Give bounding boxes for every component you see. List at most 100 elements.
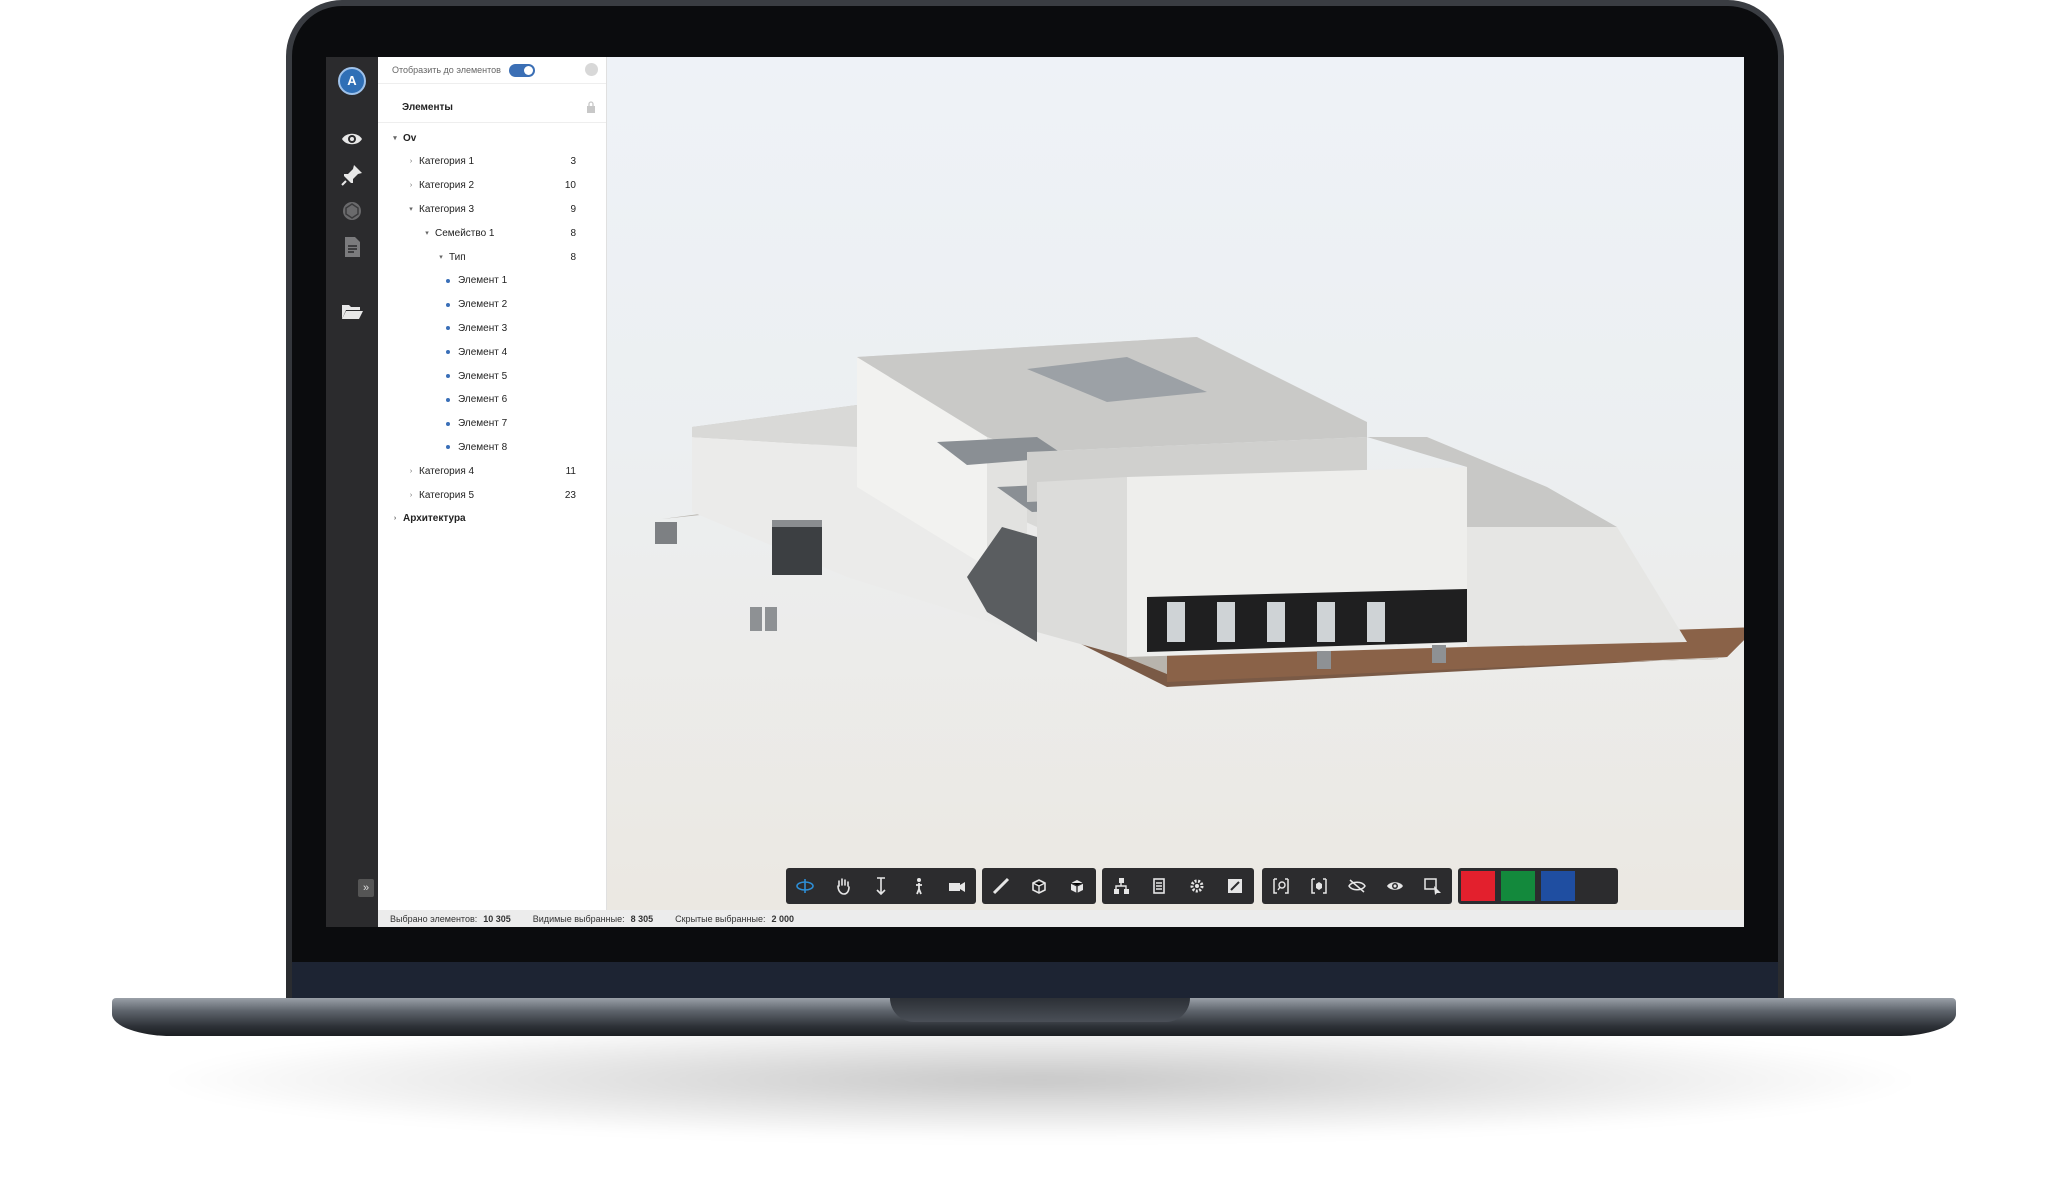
tree-item-label: Элемент 1 [458, 275, 508, 287]
tree-item-count: 11 [565, 465, 576, 477]
chevron-right-icon[interactable]: › [406, 492, 416, 499]
eye-icon[interactable] [340, 127, 364, 151]
chevron-right-icon[interactable]: › [406, 158, 416, 165]
tree-leaf-item[interactable]: Элемент 8 [378, 437, 606, 457]
hidden-label: Скрытые выбранные: [675, 913, 766, 924]
tree-item-label: Категория 5 [419, 489, 475, 501]
element-dot-icon [446, 350, 450, 355]
tree-leaf-item[interactable]: Элемент 1 [378, 271, 606, 291]
element-dot-icon [446, 278, 450, 283]
tree-node[interactable]: › Категория 4 11 [378, 461, 606, 481]
tree-item-count: 8 [570, 227, 576, 239]
tree-leaf-item[interactable]: Элемент 7 [378, 414, 606, 434]
toolbar-structure [1102, 868, 1254, 904]
section-box-icon[interactable] [1020, 868, 1058, 904]
laptop-chin [292, 962, 1778, 1000]
display-toggle-label: Отобразить до элементов [392, 65, 501, 75]
element-dot-icon [446, 302, 450, 307]
hide-icon[interactable] [1338, 868, 1376, 904]
measure-ruler-icon[interactable] [982, 868, 1020, 904]
chevron-right-icon[interactable]: › [406, 182, 416, 189]
panel-header: Элементы [378, 92, 606, 123]
pan-hand-icon[interactable] [824, 868, 862, 904]
color-swatch-green[interactable] [1501, 871, 1535, 901]
element-dot-icon [446, 445, 450, 450]
camera-icon[interactable] [938, 868, 976, 904]
tree-item-label: Категория 1 [419, 156, 475, 168]
pin-icon[interactable] [340, 163, 364, 187]
tree-node[interactable]: › Категория 1 3 [378, 152, 606, 172]
tree-item-label: Категория 2 [419, 180, 475, 192]
tree-item-count: 9 [570, 203, 576, 215]
cube-icon[interactable] [1058, 868, 1096, 904]
tree-leaf-item[interactable]: Элемент 3 [378, 318, 606, 338]
tree-item-label: Архитектура [403, 513, 466, 525]
expand-panel-button[interactable]: » [358, 879, 374, 897]
tree-item-label: Ov [403, 132, 417, 144]
selected-count: 10 305 [483, 913, 511, 924]
vertical-move-icon[interactable] [862, 868, 900, 904]
visible-count: 8 305 [630, 913, 654, 924]
tree-node[interactable]: ▾ Семейство 1 8 [378, 223, 606, 243]
person-walk-icon[interactable] [900, 868, 938, 904]
tree-item-label: Элемент 4 [458, 346, 508, 358]
chevron-down-icon[interactable]: ▾ [422, 229, 432, 237]
chevron-down-icon[interactable]: ▾ [436, 253, 446, 261]
properties-list-icon[interactable] [1140, 868, 1178, 904]
screen: A » Отобразить до элементов Элементы ▾ O… [326, 57, 1744, 927]
tree-node[interactable]: › Категория 2 10 [378, 176, 606, 196]
settings-icon[interactable] [585, 63, 598, 76]
tree-leaf-item[interactable]: Элемент 2 [378, 295, 606, 315]
settings-gear-icon[interactable] [1178, 868, 1216, 904]
tree-node[interactable]: › Архитектура [378, 509, 606, 529]
tree-item-label: Элемент 3 [458, 322, 508, 334]
show-icon[interactable] [1376, 868, 1414, 904]
toolbar-colors [1458, 868, 1618, 904]
model-icon[interactable] [340, 199, 364, 223]
hierarchy-icon[interactable] [1102, 868, 1140, 904]
color-swatch-blue[interactable] [1541, 871, 1575, 901]
tree-item-label: Элемент 6 [458, 394, 508, 406]
select-cursor-icon[interactable] [1414, 868, 1452, 904]
tree-item-count: 23 [564, 489, 576, 501]
color-swatch-red[interactable] [1461, 871, 1495, 901]
tree-item-label: Элемент 2 [458, 299, 508, 311]
chevron-right-icon[interactable]: › [390, 515, 400, 522]
fit-view-icon[interactable] [1216, 868, 1254, 904]
lock-icon[interactable] [586, 101, 596, 113]
folder-icon[interactable] [340, 299, 364, 323]
element-dot-icon [446, 374, 450, 378]
isolate-icon[interactable] [1300, 868, 1338, 904]
zoom-select-icon[interactable] [1262, 868, 1300, 904]
chevron-down-icon[interactable]: ▾ [406, 205, 416, 213]
tree-node[interactable]: ▾ Тип 8 [378, 247, 606, 267]
user-avatar[interactable]: A [338, 67, 366, 95]
tree-item-label: Элемент 5 [458, 370, 508, 382]
toolbar-navigation [786, 868, 976, 904]
hidden-count: 2 000 [771, 913, 794, 924]
color-swatch-dark[interactable] [1581, 871, 1615, 901]
tree-leaf-item[interactable]: Элемент 5 [378, 366, 606, 386]
toolbar-visibility [1262, 868, 1452, 904]
tree-node[interactable]: ▾ Ov [378, 128, 606, 148]
tree-item-count: 10 [564, 180, 576, 192]
tree-item-count: 3 [570, 156, 576, 168]
tree-item-label: Элемент 7 [458, 418, 508, 430]
chevron-right-icon[interactable]: › [406, 468, 416, 475]
tree-node[interactable]: › Категория 5 23 [378, 485, 606, 505]
document-icon[interactable] [340, 235, 364, 259]
tree-item-label: Семейство 1 [435, 227, 495, 239]
element-dot-icon [446, 326, 450, 331]
chevron-down-icon[interactable]: ▾ [390, 134, 400, 142]
laptop-notch [890, 998, 1190, 1022]
element-dot-icon [446, 421, 450, 426]
element-dot-icon [446, 397, 450, 402]
orbit-icon[interactable] [786, 868, 824, 904]
tree-leaf-item[interactable]: Элемент 4 [378, 342, 606, 362]
laptop-shadow [150, 1020, 1930, 1140]
selected-label: Выбрано элементов: [390, 913, 478, 924]
tree-node[interactable]: ▾ Категория 3 9 [378, 199, 606, 219]
tree-leaf-item[interactable]: Элемент 6 [378, 390, 606, 410]
display-toggle[interactable] [508, 63, 535, 77]
3d-viewport[interactable] [607, 57, 1744, 910]
